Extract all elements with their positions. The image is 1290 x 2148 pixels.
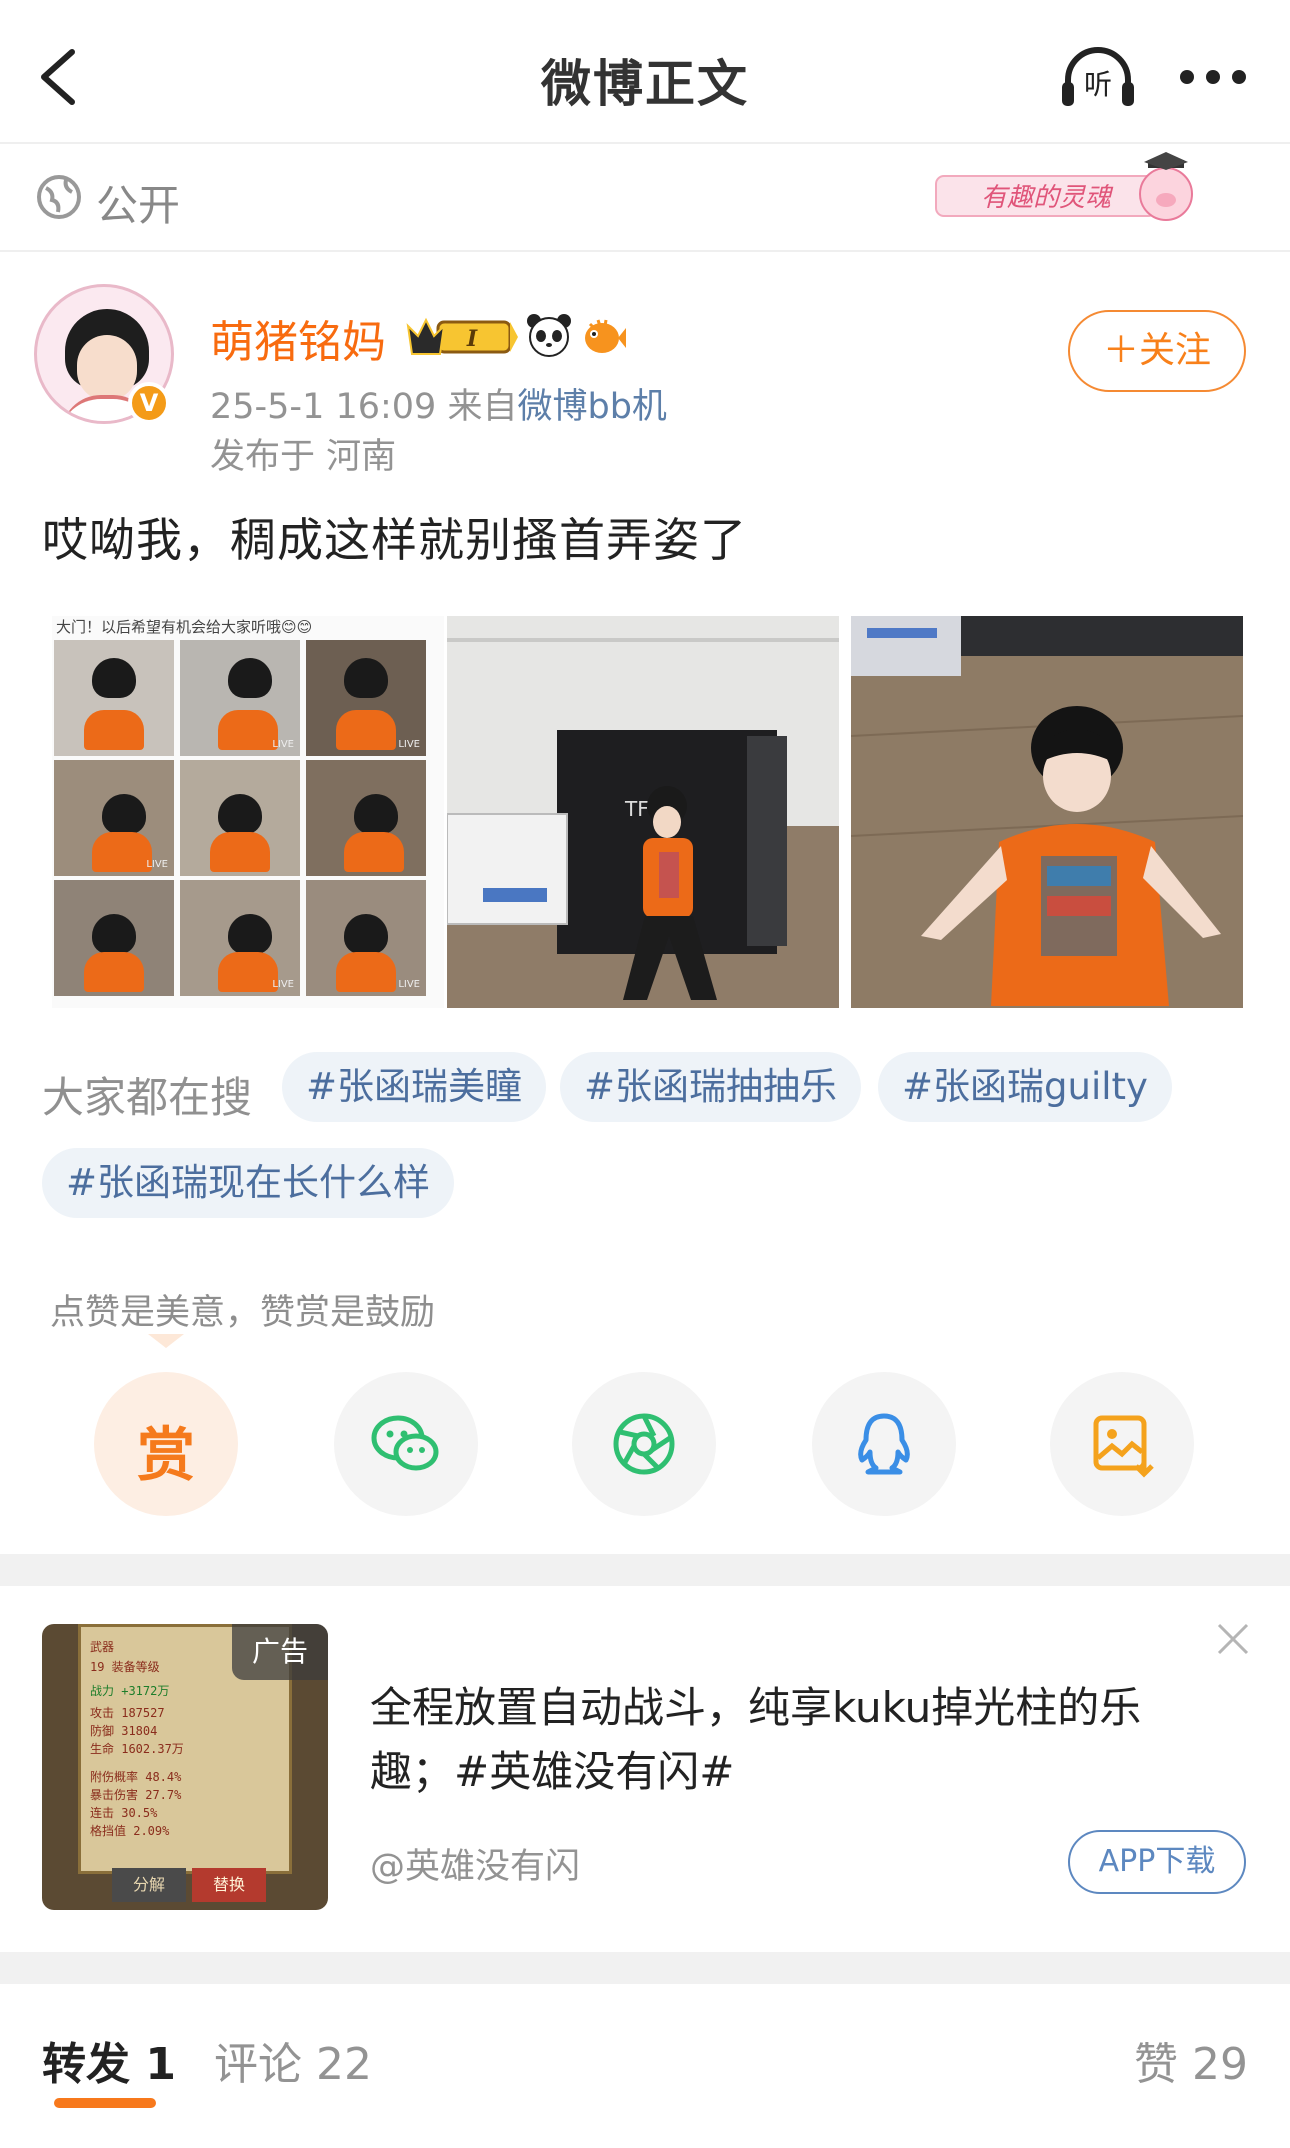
svg-text:I: I bbox=[466, 326, 478, 352]
ad-thumb-text: 连击 30.5% bbox=[90, 1806, 158, 1820]
live-photo-label: LIVE bbox=[398, 739, 420, 750]
save-image-button[interactable] bbox=[1050, 1372, 1194, 1516]
dance-studio-photo: TF bbox=[447, 616, 839, 1008]
ad-thumb-button: 替换 bbox=[192, 1868, 266, 1902]
post-text: 哎呦我，稠成这样就别搔首弄姿了 bbox=[42, 513, 747, 567]
interaction-tabs: 转发 1 评论 22 赞 29 bbox=[0, 1984, 1290, 2148]
ad-thumb-text: 格挡值 2.09% bbox=[90, 1824, 170, 1838]
post-image-3[interactable] bbox=[851, 616, 1243, 1008]
collage-cell bbox=[54, 880, 174, 996]
post-image-2[interactable]: TF bbox=[447, 616, 839, 1008]
post-time: 25-5-1 16:09 bbox=[210, 387, 437, 427]
praise-hint: 点赞是美意，赞赏是鼓励 bbox=[50, 1293, 436, 1333]
share-moments-button[interactable] bbox=[572, 1372, 716, 1516]
pufferfish-icon bbox=[585, 319, 626, 353]
hot-search-tag[interactable]: #张函瑞抽抽乐 bbox=[560, 1052, 862, 1122]
wechat-icon bbox=[371, 1415, 439, 1471]
ad-thumb-text: 防御 31804 bbox=[90, 1724, 158, 1738]
globe-icon bbox=[37, 175, 81, 219]
live-photo-label: LIVE bbox=[272, 739, 294, 750]
live-photo-label: LIVE bbox=[398, 979, 420, 990]
collage-cell: LIVE bbox=[180, 880, 300, 996]
ad-badge: 广告 bbox=[232, 1624, 328, 1680]
section-divider bbox=[0, 1554, 1290, 1586]
ad-thumb-text: 武器 bbox=[90, 1640, 115, 1654]
ad-thumb-text: 暴击伤害 27.7% bbox=[90, 1788, 182, 1802]
live-photo-label: LIVE bbox=[146, 859, 168, 870]
ad-thumb-text: 生命 1602.37万 bbox=[90, 1742, 184, 1756]
collage-cell bbox=[54, 640, 174, 756]
app-download-button[interactable]: APP下载 bbox=[1068, 1830, 1246, 1894]
share-qq-button[interactable] bbox=[812, 1372, 956, 1516]
tab-likes[interactable]: 赞 29 bbox=[1134, 2028, 1248, 2092]
post-location: 发布于 河南 bbox=[210, 437, 397, 477]
visibility-label: 公开 bbox=[96, 181, 181, 230]
username[interactable]: 萌猪铭妈 bbox=[210, 306, 386, 370]
headphones-listen-icon[interactable]: 听 bbox=[1060, 44, 1136, 110]
post-meta: 25-5-1 16:09 来自微博bb机 bbox=[210, 378, 667, 429]
post-source-link[interactable]: 微博bb机 bbox=[517, 387, 666, 427]
from-label: 来自 bbox=[447, 387, 518, 427]
hot-search-tag[interactable]: #张函瑞现在长什么样 bbox=[42, 1148, 455, 1218]
hot-search-tag[interactable]: #张函瑞美瞳 bbox=[282, 1052, 547, 1122]
collage-cell: LIVE bbox=[306, 640, 426, 756]
panda-icon bbox=[527, 314, 571, 357]
ad-text[interactable]: 全程放置自动战斗，纯享kuku掉光柱的乐趣；#英雄没有闪# bbox=[370, 1676, 1170, 1804]
active-tab-indicator bbox=[54, 2098, 156, 2108]
collage-cell bbox=[180, 760, 300, 876]
collage-cell: LIVE bbox=[54, 760, 174, 876]
hot-search-label: 大家都在搜 bbox=[42, 1073, 253, 1122]
ad-thumbnail[interactable]: 武器 19 装备等级 战力 +3172万 攻击 187527 防御 31804 … bbox=[42, 1624, 328, 1910]
top-nav-bar: 微博正文 听 bbox=[0, 0, 1290, 144]
follow-button[interactable]: ＋关注 bbox=[1068, 310, 1246, 392]
image-caption: 大门！以后希望有机会给大家听哦😊😊 bbox=[56, 618, 313, 636]
svg-text:有趣的灵魂: 有趣的灵魂 bbox=[981, 183, 1114, 213]
reward-label: 赏 bbox=[136, 1421, 195, 1489]
ad-thumb-text: 战力 +3172万 bbox=[90, 1684, 170, 1698]
svg-text:TF: TF bbox=[624, 797, 649, 821]
close-icon[interactable] bbox=[1216, 1622, 1250, 1656]
praise-pointer bbox=[148, 1334, 184, 1348]
hot-search-tag[interactable]: #张函瑞guilty bbox=[878, 1052, 1172, 1122]
reward-button[interactable]: 赏 bbox=[94, 1372, 238, 1516]
collage-cell: LIVE bbox=[180, 640, 300, 756]
post-image-1[interactable]: 大门！以后希望有机会给大家听哦😊😊 LIVE LIVE LIVE LIVE LIVE bbox=[52, 616, 444, 1008]
save-image-icon bbox=[1093, 1415, 1154, 1478]
collage-cell bbox=[306, 760, 426, 876]
ad-thumb-text: 19 装备等级 bbox=[90, 1660, 160, 1674]
live-photo-label: LIVE bbox=[272, 979, 294, 990]
share-wechat-button[interactable] bbox=[334, 1372, 478, 1516]
tab-reposts[interactable]: 转发 1 bbox=[42, 2028, 176, 2092]
decorative-badge-pig-icon: 有趣的灵魂 bbox=[935, 152, 1193, 221]
verified-badge: V bbox=[128, 382, 170, 424]
collage-cell: LIVE bbox=[306, 880, 426, 996]
tab-comments[interactable]: 评论 22 bbox=[214, 2028, 372, 2092]
qq-penguin-icon bbox=[858, 1413, 910, 1475]
more-options-icon[interactable] bbox=[1178, 60, 1248, 94]
ad-thumb-text: 附伤概率 48.4% bbox=[90, 1770, 182, 1784]
ad-author[interactable]: @英雄没有闪 bbox=[370, 1838, 580, 1889]
ad-thumb-text: 攻击 187527 bbox=[90, 1706, 165, 1720]
ad-thumb-button: 分解 bbox=[112, 1868, 186, 1902]
aperture-moments-icon bbox=[613, 1413, 675, 1475]
seated-floor-photo bbox=[851, 616, 1243, 1008]
vip-crown-badge-icon[interactable]: I bbox=[406, 314, 518, 358]
section-divider bbox=[0, 1952, 1290, 1984]
svg-text:听: 听 bbox=[1084, 68, 1112, 101]
